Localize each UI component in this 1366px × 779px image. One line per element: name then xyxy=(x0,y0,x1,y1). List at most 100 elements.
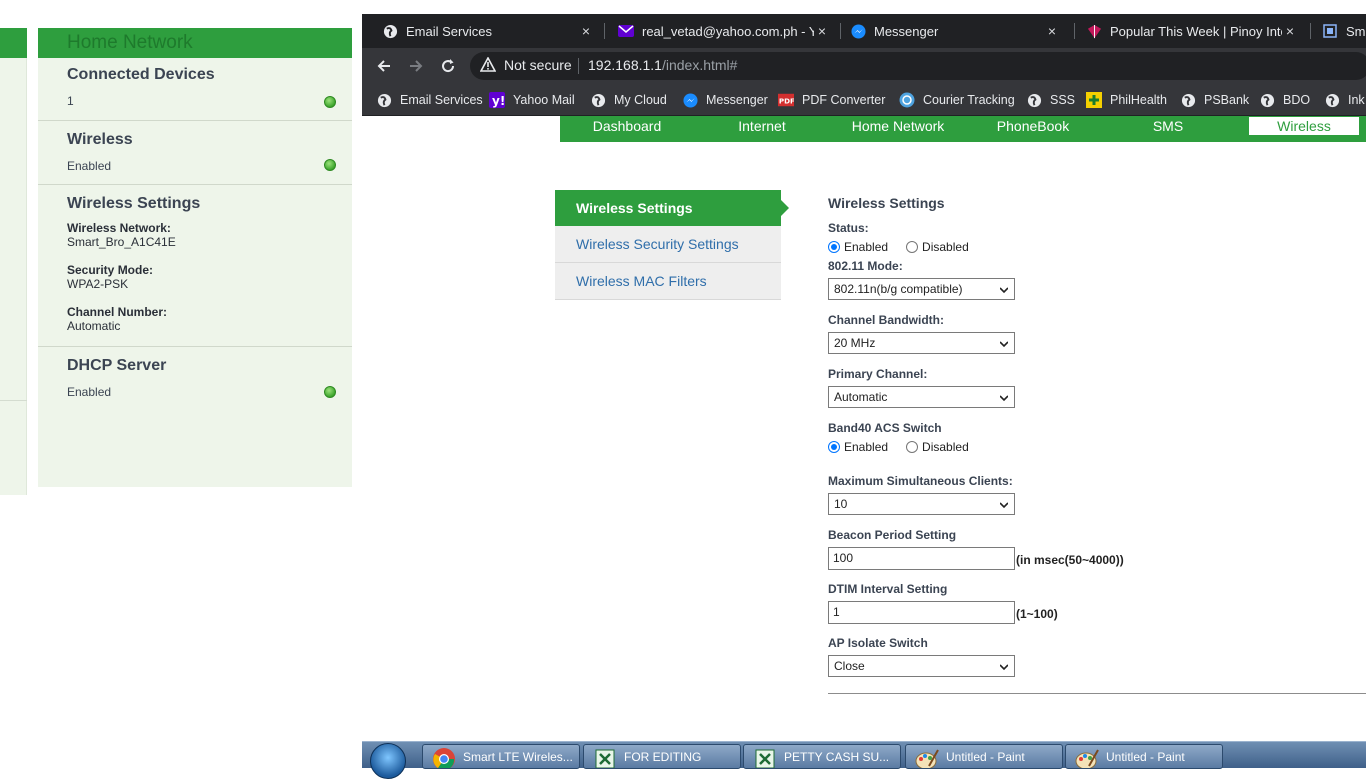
back-arrow-icon[interactable] xyxy=(372,54,396,78)
bookmark-pdf-converter[interactable]: PDF PDF Converter xyxy=(778,90,885,110)
bookmark-email-services[interactable]: Email Services xyxy=(376,90,483,110)
forward-arrow-icon[interactable] xyxy=(404,54,428,78)
bookmark-label: My Cloud xyxy=(614,93,667,107)
bandwidth-select[interactable]: 20 MHz xyxy=(828,332,1015,354)
taskbar-item-label: Untitled - Paint xyxy=(1106,749,1185,764)
dtim-label: DTIM Interval Setting xyxy=(828,582,948,596)
taskbar-item-for-editing[interactable]: FOR EDITING xyxy=(583,744,741,769)
taskbar-item-paint-1[interactable]: Untitled - Paint xyxy=(905,744,1063,769)
bookmark-label: PhilHealth xyxy=(1110,93,1167,107)
bookmark-psbank[interactable]: PSBank xyxy=(1180,90,1249,110)
close-tab-icon[interactable]: × xyxy=(1282,23,1298,39)
primary-channel-select[interactable]: Automatic xyxy=(828,386,1015,408)
close-tab-icon[interactable]: × xyxy=(1044,23,1060,39)
status-label: Status: xyxy=(828,221,869,235)
ap-isolate-select[interactable]: Close xyxy=(828,655,1015,677)
radio-label: Disabled xyxy=(922,440,969,454)
chrome-icon xyxy=(431,747,457,768)
beacon-input[interactable]: 100 xyxy=(828,547,1015,570)
bookmark-my-cloud[interactable]: My Cloud xyxy=(590,90,667,110)
bookmark-label: PSBank xyxy=(1204,93,1250,107)
ap-isolate-selected-value: Close xyxy=(834,659,865,673)
taskbar-item-petty-cash[interactable]: PETTY CASH SU... xyxy=(743,744,901,769)
channel-value: Automatic xyxy=(67,319,121,333)
divider xyxy=(828,693,1366,694)
radio-label: Enabled xyxy=(844,240,889,254)
radio-label: Enabled xyxy=(844,440,889,454)
status-dot-icon xyxy=(324,159,336,171)
max-clients-select[interactable]: 10 xyxy=(828,493,1015,515)
taskbar-item-chrome[interactable]: Smart LTE Wireles... xyxy=(422,744,580,769)
block-title: Wireless xyxy=(67,131,133,148)
panel-title: Home Network xyxy=(38,28,352,58)
close-tab-icon[interactable]: × xyxy=(814,23,830,39)
reload-icon[interactable] xyxy=(436,54,460,78)
pdf-icon: PDF xyxy=(778,92,794,108)
bookmark-bdo[interactable]: BDO xyxy=(1259,90,1310,110)
left-panel-header-fragment xyxy=(0,28,27,58)
url-text[interactable]: 192.168.1.1/index.html# xyxy=(588,57,737,73)
tab-email-services[interactable]: Email Services × xyxy=(362,14,602,48)
start-button-icon[interactable] xyxy=(370,743,406,779)
bookmark-label: Ink xyxy=(1348,93,1365,107)
url-path: /index.html# xyxy=(661,57,738,73)
menu-wireless-settings[interactable]: Wireless Settings xyxy=(555,190,789,226)
security-value: WPA2-PSK xyxy=(67,277,129,291)
band40-disabled-radio[interactable] xyxy=(906,441,919,453)
tab-strip: Email Services × real_vetad@yahoo.com.ph… xyxy=(362,14,1366,48)
status-disabled-radio[interactable] xyxy=(906,241,919,253)
dtim-hint: (1~100) xyxy=(1016,607,1058,621)
taskbar-item-paint-2[interactable]: Untitled - Paint xyxy=(1065,744,1223,769)
dtim-input[interactable]: 1 xyxy=(828,601,1015,624)
browser-toolbar: Not secure 192.168.1.1/index.html# xyxy=(362,48,1366,84)
connected-devices-count: 1 xyxy=(67,94,74,108)
courier-icon xyxy=(899,92,915,108)
tab-title: real_vetad@yahoo.com.ph - Yah xyxy=(642,23,814,39)
dhcp-block: DHCP Server Enabled xyxy=(38,347,352,411)
form-title: Wireless Settings xyxy=(828,195,945,211)
globe-icon xyxy=(376,92,392,108)
tab-title: Messenger xyxy=(874,23,939,39)
chevron-down-icon xyxy=(1000,502,1008,509)
menu-wireless-mac-filters[interactable]: Wireless MAC Filters xyxy=(555,263,781,300)
bookmark-courier-tracking[interactable]: Courier Tracking xyxy=(899,90,1015,110)
globe-icon xyxy=(382,23,398,39)
left-panel-fragment xyxy=(0,58,27,495)
close-tab-icon[interactable]: × xyxy=(578,23,594,39)
tab-smart[interactable]: Sma xyxy=(1302,14,1366,48)
bookmark-ink[interactable]: Ink xyxy=(1324,90,1365,110)
bookmark-label: SSS xyxy=(1050,93,1076,107)
wireless-settings-block: Wireless Settings Wireless Network: Smar… xyxy=(38,185,352,347)
nav-internet[interactable]: Internet xyxy=(714,117,810,135)
tab-messenger[interactable]: Messenger × xyxy=(830,14,1068,48)
network-value: Smart_Bro_A1C41E xyxy=(67,235,176,249)
tab-yahoo-mail[interactable]: real_vetad@yahoo.com.ph - Yah × xyxy=(598,14,838,48)
bookmark-yahoo-mail[interactable]: y! Yahoo Mail xyxy=(489,90,575,110)
max-clients-selected-value: 10 xyxy=(834,497,848,511)
network-label: Wireless Network: xyxy=(67,221,171,235)
radio-label: Disabled xyxy=(922,240,969,254)
bookmark-philhealth[interactable]: PhilHealth xyxy=(1086,90,1167,110)
url-host: 192.168.1.1 xyxy=(588,57,662,73)
address-bar[interactable]: Not secure 192.168.1.1/index.html# xyxy=(470,52,1366,80)
connected-devices-block: Connected Devices 1 xyxy=(38,58,352,121)
security-status[interactable]: Not secure xyxy=(504,57,572,73)
band40-enabled-radio[interactable] xyxy=(828,441,840,453)
nav-dashboard[interactable]: Dashboard xyxy=(578,117,676,135)
page-icon xyxy=(1322,23,1338,39)
status-enabled-radio[interactable] xyxy=(828,241,840,253)
wireless-settings-form: Wireless Settings Status: Enabled Disabl… xyxy=(828,116,1366,768)
globe-icon xyxy=(1259,92,1275,108)
mode-label: 802.11 Mode: xyxy=(828,259,903,273)
mode-select[interactable]: 802.11n(b/g compatible) xyxy=(828,278,1015,300)
excel-icon xyxy=(752,748,778,768)
tab-pinoy[interactable]: Popular This Week | Pinoy Intern × xyxy=(1066,14,1306,48)
home-network-status-panel: Home Network Connected Devices 1 Wireles… xyxy=(38,28,352,487)
yahoo-icon: y! xyxy=(489,92,505,108)
channel-label: Channel Number: xyxy=(67,305,168,319)
bandwidth-selected-value: 20 MHz xyxy=(834,336,876,350)
menu-wireless-security-settings[interactable]: Wireless Security Settings xyxy=(555,226,781,263)
browser-window: Email Services × real_vetad@yahoo.com.ph… xyxy=(362,14,1366,768)
bookmark-messenger[interactable]: Messenger xyxy=(682,90,768,110)
bookmark-sss[interactable]: SSS xyxy=(1026,90,1075,110)
